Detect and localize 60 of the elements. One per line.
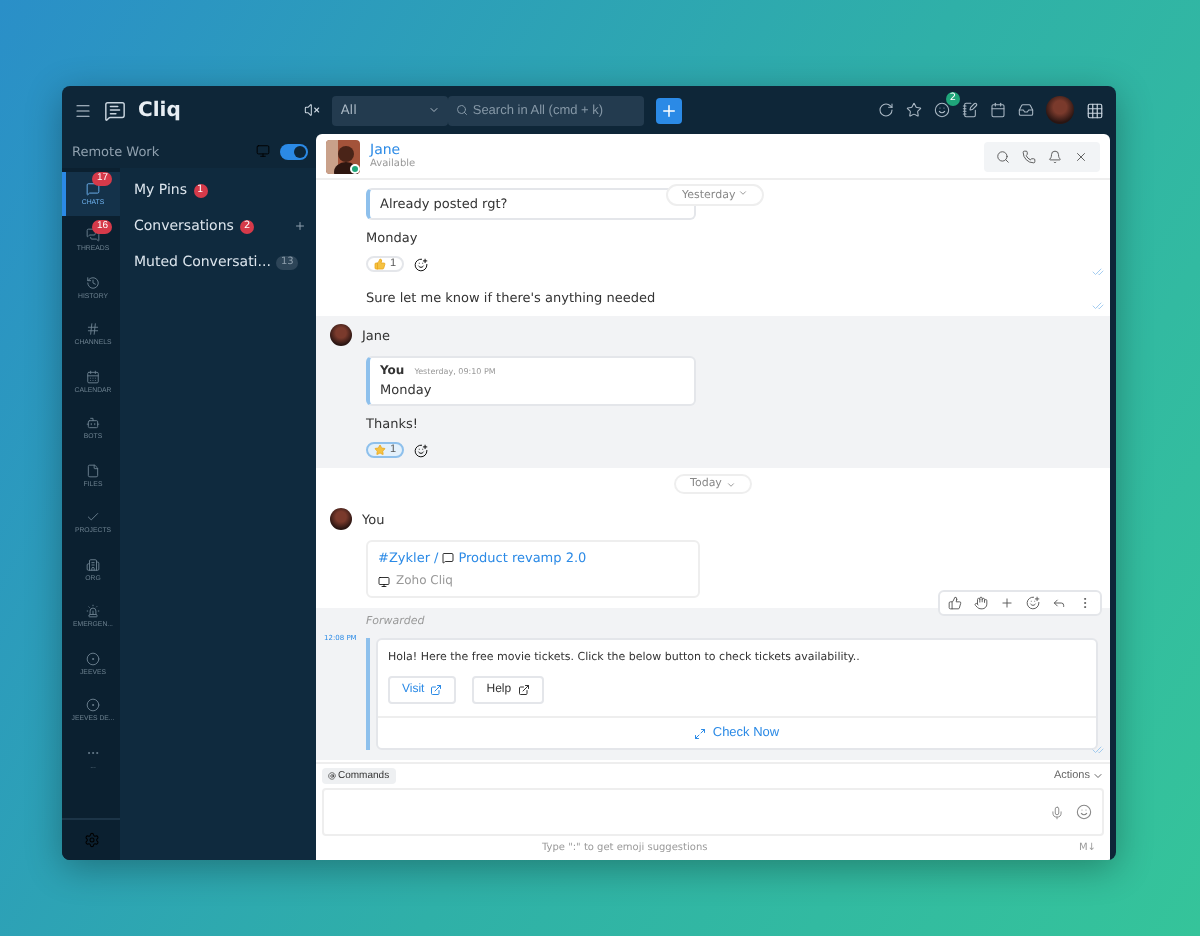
apps-grid-icon (1086, 101, 1104, 119)
add-reaction-icon (414, 257, 429, 271)
building-icon (86, 557, 100, 572)
workspace-toggle[interactable] (280, 143, 308, 159)
screen-icon (256, 144, 270, 158)
read-ticks-icon (1092, 300, 1104, 312)
read-ticks-icon (1092, 266, 1104, 278)
plus-icon (1000, 596, 1014, 610)
add-icon[interactable] (294, 220, 306, 232)
chat-icon (86, 181, 100, 196)
settings-icon (83, 832, 99, 848)
thumbs-up-icon (948, 596, 962, 610)
history-icon (86, 275, 100, 290)
add-reaction-icon (414, 443, 429, 457)
hand-icon (974, 596, 988, 610)
reply-icon (1052, 596, 1066, 610)
chevron-down-icon (1092, 770, 1104, 782)
bot-icon (86, 416, 100, 431)
user-avatar (330, 508, 352, 530)
star-icon (374, 444, 386, 456)
inbox-icon[interactable] (1018, 102, 1034, 118)
thread-icon (442, 552, 455, 564)
phone-icon (1022, 149, 1036, 163)
file-icon (86, 463, 100, 478)
calendar-icon[interactable] (990, 102, 1006, 118)
siren-icon (86, 604, 100, 619)
mic-icon (1050, 805, 1064, 819)
external-link-icon (517, 684, 530, 696)
app-icon (378, 575, 390, 587)
check-icon (86, 510, 100, 525)
app-name: Cliq (138, 99, 181, 121)
bell-icon (1048, 149, 1062, 163)
search-icon (996, 149, 1010, 163)
user-avatar (330, 324, 352, 346)
add-reaction-icon (1026, 596, 1040, 610)
circle-icon (86, 651, 100, 666)
at-sign-icon (328, 772, 336, 780)
smiley-icon[interactable] (934, 102, 950, 118)
read-ticks-icon (1092, 744, 1104, 756)
refresh-icon[interactable] (878, 102, 894, 118)
hash-icon (86, 322, 100, 337)
calendar-icon (86, 369, 100, 384)
mute-icon (304, 102, 321, 118)
message-input[interactable] (322, 788, 1104, 836)
thumbs-up-icon (374, 258, 386, 270)
emoji-icon (1076, 804, 1092, 820)
external-link-icon (430, 684, 443, 696)
close-icon (1074, 149, 1088, 163)
menu-icon (74, 101, 92, 119)
chat-logo-icon (104, 99, 126, 121)
plus-icon (660, 101, 679, 119)
search-icon (456, 104, 469, 116)
chevron-down-icon (725, 479, 736, 489)
chevron-down-icon (428, 104, 441, 116)
chevron-down-icon (738, 188, 749, 198)
star-icon[interactable] (906, 102, 922, 118)
note-icon[interactable] (962, 102, 978, 118)
circle-icon (86, 698, 100, 713)
add-button[interactable] (656, 97, 683, 123)
threads-icon (86, 228, 100, 243)
